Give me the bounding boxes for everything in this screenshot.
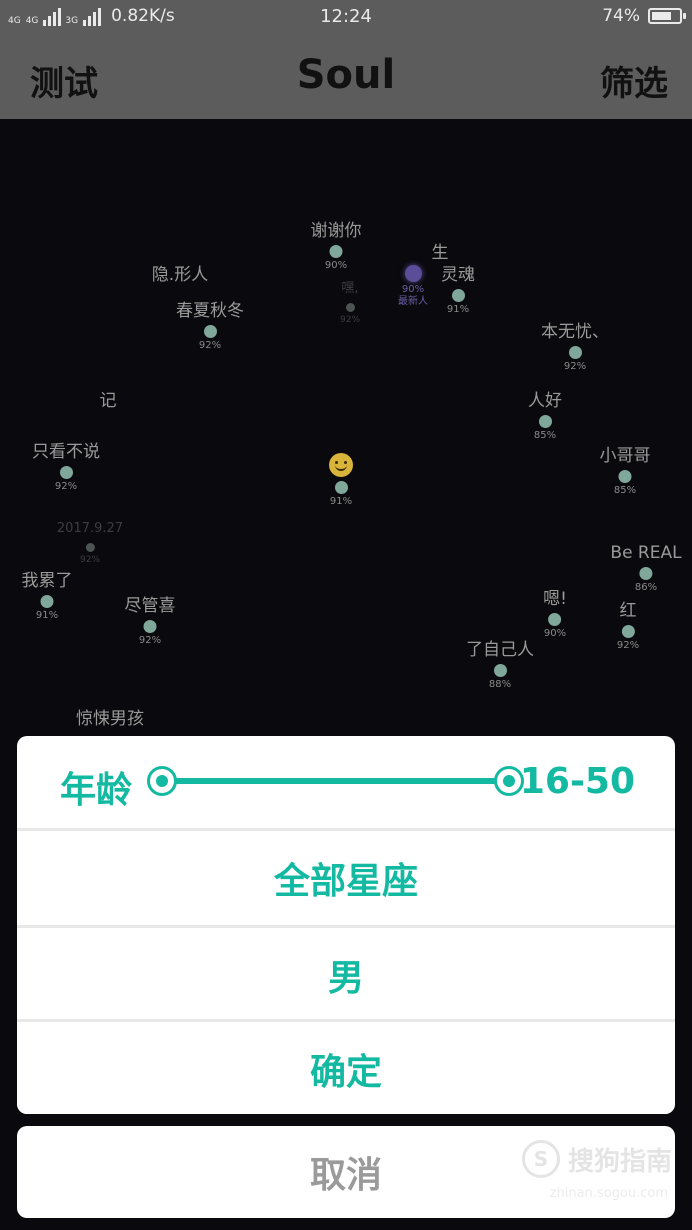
- star-dot: [621, 625, 635, 638]
- star-match: 92%: [198, 340, 222, 351]
- star-match: 91%: [446, 304, 470, 315]
- star-dot: [143, 620, 157, 633]
- star-user[interactable]: 记: [100, 391, 117, 411]
- watermark: S 搜狗指南: [521, 1140, 672, 1178]
- star-name: 嘿,: [341, 281, 359, 296]
- star-name: 记: [99, 391, 117, 411]
- star-dot: [329, 245, 343, 258]
- star-dot: [538, 415, 552, 428]
- gender-option[interactable]: 男: [17, 928, 675, 1022]
- star-match: 86%: [634, 582, 658, 593]
- star-user[interactable]: 只看不说 92%: [32, 442, 100, 493]
- star-user[interactable]: 90% 最新人: [398, 261, 428, 308]
- star-match: 92%: [339, 315, 361, 325]
- star-user[interactable]: 谢谢你 90%: [311, 221, 362, 272]
- star-match: 91%: [35, 610, 59, 621]
- star-name: Be REAL: [610, 543, 682, 563]
- star-dot: [548, 613, 562, 626]
- star-user[interactable]: 我累了 91%: [22, 571, 73, 622]
- star-match: 88%: [488, 679, 512, 690]
- star-name: 只看不说: [32, 442, 100, 462]
- star-user[interactable]: Be REAL 86%: [610, 543, 681, 594]
- page-title: Soul: [296, 52, 396, 98]
- smiley-avatar-icon: [329, 453, 353, 477]
- star-user[interactable]: 灵魂 91%: [441, 265, 475, 316]
- star-name: 2017.9.27: [56, 521, 124, 536]
- star-dot: [451, 289, 465, 302]
- watermark-url: zhinan.sogou.com: [549, 1186, 668, 1201]
- star-sub: 最新人: [398, 296, 428, 307]
- star-name: 我累了: [21, 571, 73, 591]
- star-user[interactable]: 小哥哥 85%: [600, 446, 651, 497]
- star-match: 92%: [54, 481, 78, 492]
- confirm-button[interactable]: 确定: [17, 1022, 675, 1114]
- star-dot: [568, 346, 582, 359]
- star-user[interactable]: 嘿, 92%: [340, 279, 360, 326]
- star-dot: [203, 325, 217, 338]
- star-dot: [334, 481, 348, 494]
- age-min-handle[interactable]: [147, 766, 177, 796]
- star-user[interactable]: 惊悚男孩: [76, 709, 144, 729]
- star-name: 尽管喜: [124, 596, 176, 616]
- star-dot: [59, 466, 73, 479]
- star-match: 90%: [401, 284, 425, 295]
- star-name: 春夏秋冬: [176, 301, 244, 321]
- star-user[interactable]: 了自己人 88%: [466, 640, 534, 691]
- nav-bar: 测试 Soul 筛选: [0, 36, 692, 119]
- star-dot: [40, 595, 54, 608]
- star-match: 90%: [324, 260, 348, 271]
- star-user[interactable]: 春夏秋冬 92%: [176, 301, 244, 352]
- star-dot: [618, 470, 632, 483]
- star-name: 红: [619, 601, 637, 621]
- star-name: 本无忧、: [541, 322, 609, 342]
- star-match: 92%: [138, 635, 162, 646]
- star-user[interactable]: 红 92%: [617, 601, 639, 652]
- star-user[interactable]: 2017.9.27 92%: [57, 519, 123, 566]
- star-user[interactable]: 人好 85%: [528, 391, 562, 442]
- star-name: 嗯!: [543, 589, 567, 609]
- clock: 12:24: [320, 6, 372, 27]
- battery-percent: 74%: [602, 6, 640, 26]
- age-range-slider[interactable]: [162, 778, 509, 784]
- age-label: 年龄: [60, 770, 133, 811]
- star-user[interactable]: 嗯! 90%: [543, 589, 567, 640]
- status-bar: 4G 4G 3G 0.82K/s 12:24 74%: [0, 0, 692, 36]
- age-range-value: 16-50: [519, 761, 635, 802]
- star-match: 92%: [616, 640, 640, 651]
- star-match: 85%: [613, 485, 637, 496]
- star-name: 灵魂: [441, 265, 475, 285]
- star-name: 谢谢你: [310, 221, 362, 241]
- filter-button[interactable]: 筛选: [600, 56, 668, 105]
- star-name: 隐.形人: [151, 265, 209, 285]
- battery-icon: [648, 8, 686, 24]
- star-name: 生: [431, 243, 449, 263]
- filter-sheet: 年龄 16-50 全部星座 男 确定: [17, 736, 675, 1114]
- watermark-text: 搜狗指南: [567, 1146, 672, 1177]
- star-match: 85%: [533, 430, 557, 441]
- star-name: 了自己人: [466, 640, 534, 660]
- star-dot: [404, 265, 422, 282]
- star-match: 91%: [329, 496, 353, 507]
- star-user[interactable]: 隐.形人: [152, 265, 208, 285]
- star-dot: [85, 543, 95, 552]
- star-name: 惊悚男孩: [76, 709, 144, 729]
- star-user[interactable]: 尽管喜 92%: [125, 596, 176, 647]
- star-name: 小哥哥: [599, 446, 651, 466]
- star-dot: [639, 567, 653, 580]
- star-match: 90%: [543, 628, 567, 639]
- star-user[interactable]: 本无忧、 92%: [541, 322, 609, 373]
- sogou-logo-icon: S: [521, 1140, 560, 1178]
- star-match: 92%: [563, 361, 587, 372]
- star-name: 人好: [528, 391, 562, 411]
- star-dot: [493, 664, 507, 677]
- star-dot: [345, 303, 355, 312]
- age-filter-row: 年龄 16-50: [17, 736, 675, 828]
- battery-group: 74%: [602, 6, 686, 26]
- star-match: 92%: [79, 555, 101, 565]
- star-user[interactable]: 生: [432, 243, 449, 263]
- constellation-option[interactable]: 全部星座: [17, 831, 675, 925]
- star-user[interactable]: 91%: [329, 453, 353, 508]
